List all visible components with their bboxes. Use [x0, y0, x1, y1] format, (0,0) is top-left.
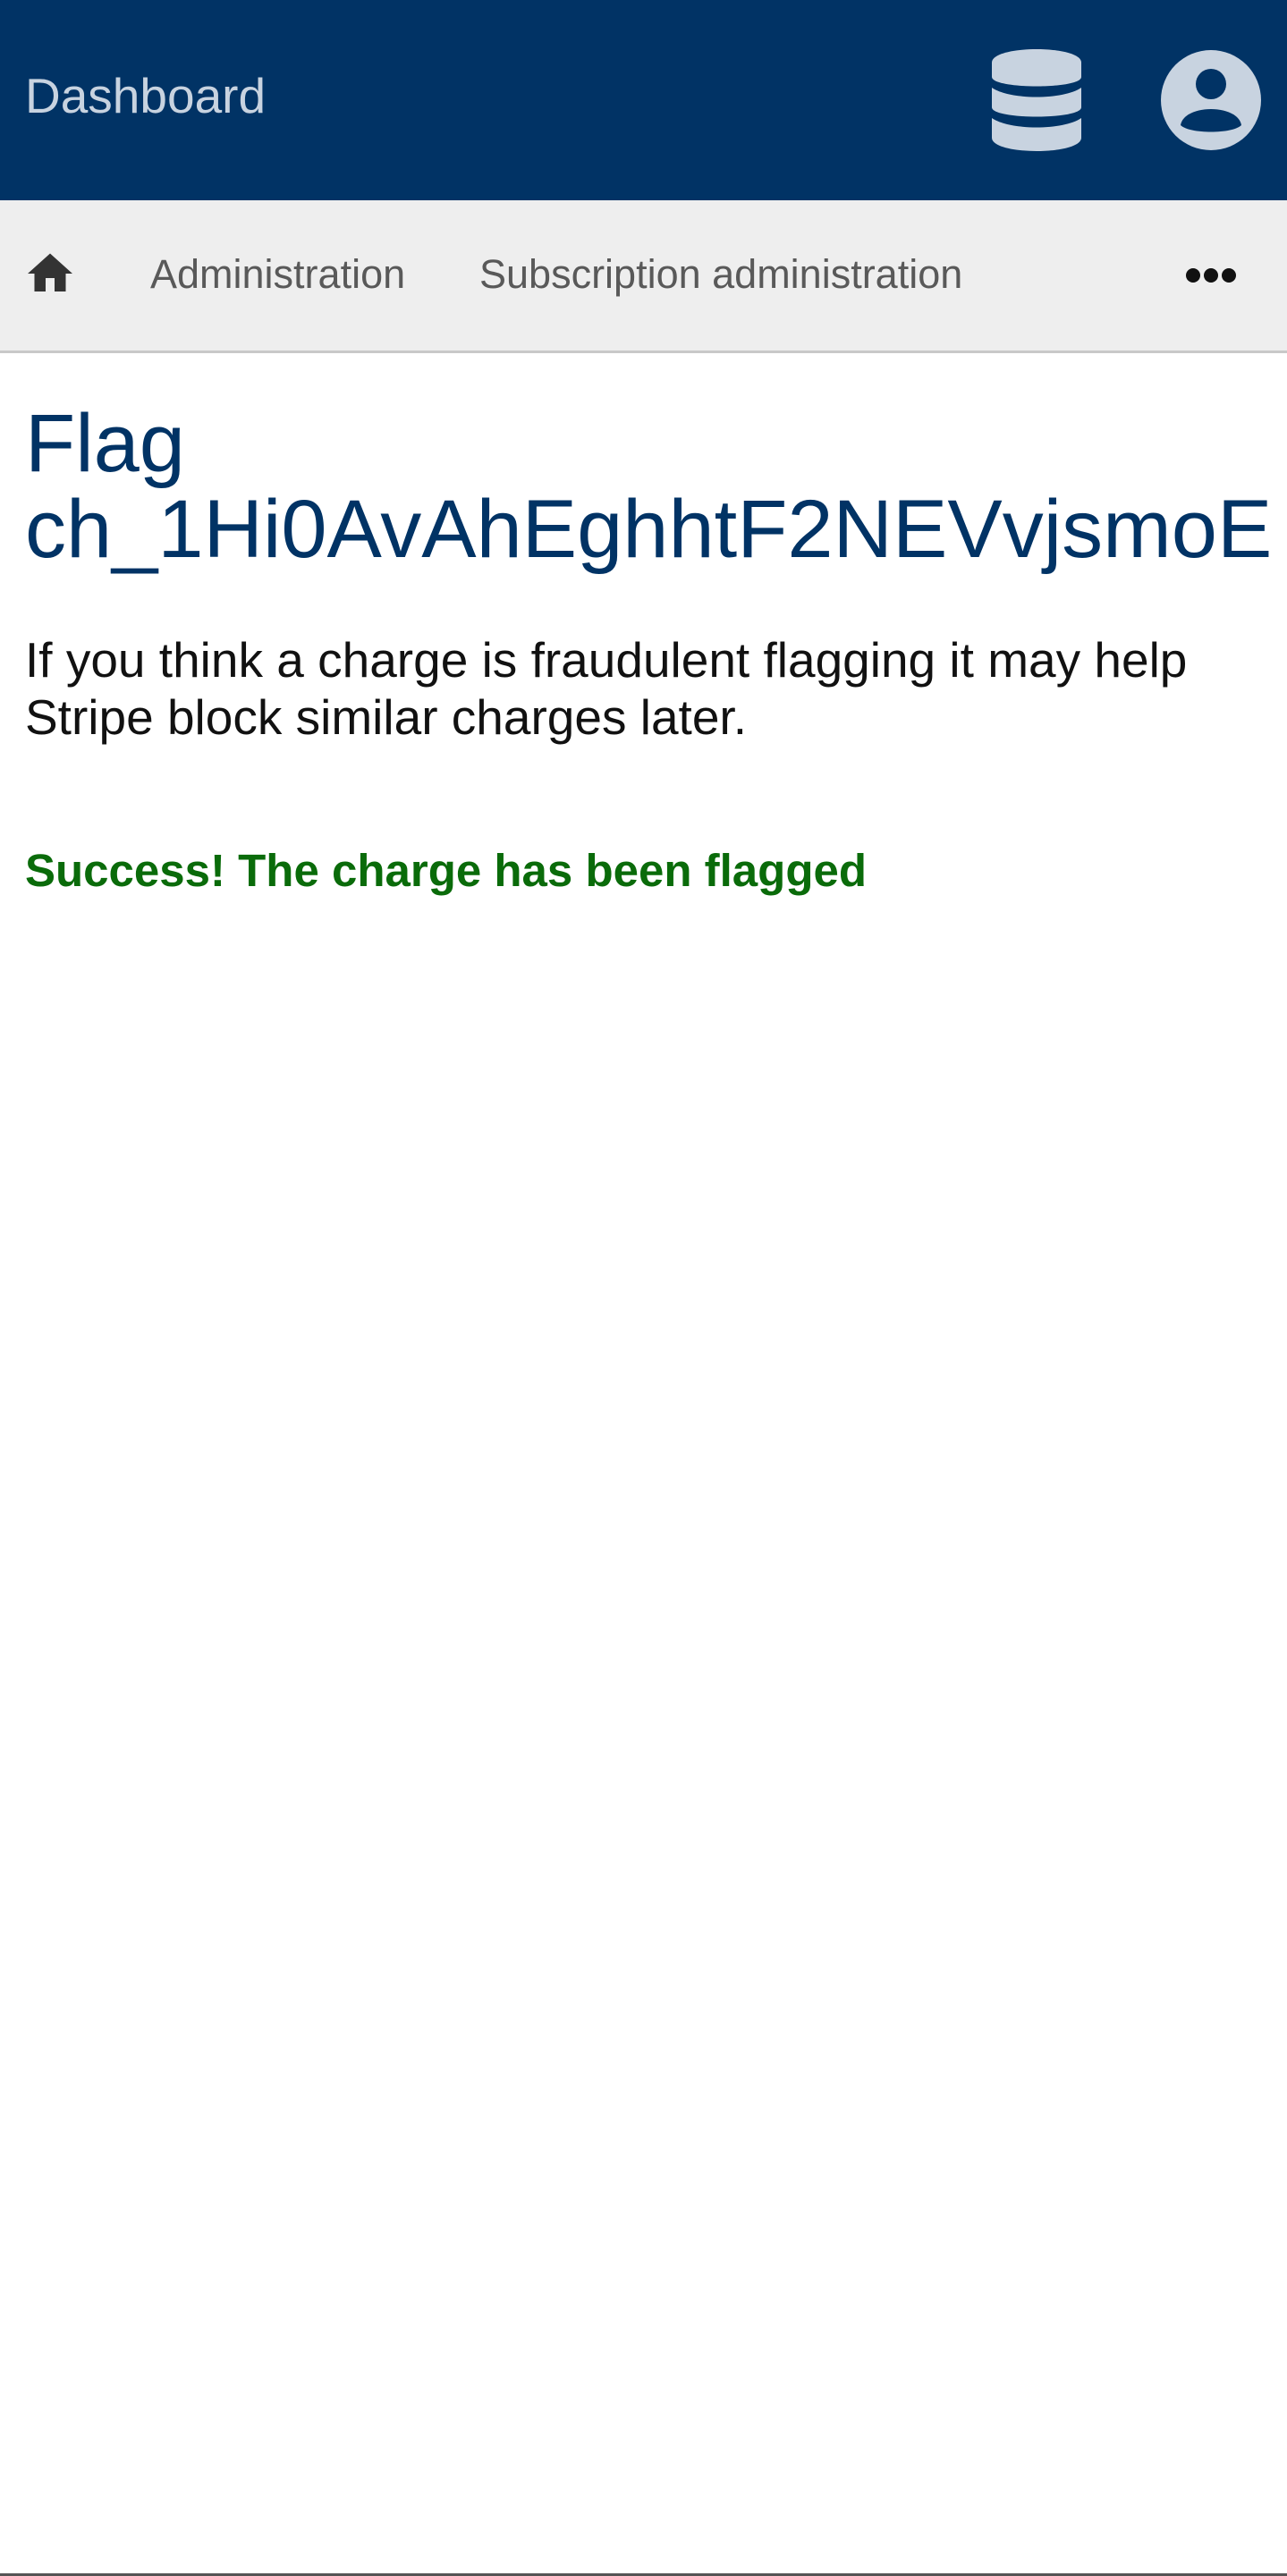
more-horizontal-icon: [1186, 268, 1236, 283]
dashboard-link[interactable]: Dashboard: [25, 64, 266, 127]
page-title: Flag ch_1Hi0AvAhEghhtF2NEVvjsmoE: [25, 401, 1272, 572]
nav-item-subscription-administration[interactable]: Subscription administration: [479, 250, 962, 299]
more-button[interactable]: [1182, 259, 1240, 291]
intro-text: If you think a charge is fraudulent flag…: [25, 631, 1268, 746]
account-circle-icon: [1161, 50, 1261, 150]
home-button[interactable]: [23, 247, 77, 300]
home-icon: [28, 253, 72, 291]
top-app-bar: Dashboard: [0, 0, 1287, 200]
nav-item-administration[interactable]: Administration: [150, 250, 405, 299]
account-button[interactable]: [1159, 48, 1263, 152]
intro-text-line-2: Stripe block similar charges later.: [25, 689, 747, 745]
database-icon: [992, 49, 1081, 151]
page-title-line-1: Flag: [25, 398, 185, 489]
intro-text-line-1: If you think a charge is fraudulent flag…: [25, 632, 1188, 688]
page-title-charge-id: ch_1Hi0AvAhEghhtF2NEVvjsmoE: [25, 484, 1273, 575]
breadcrumb-nav: Administration Subscription administrati…: [0, 200, 1287, 353]
database-button[interactable]: [987, 46, 1086, 154]
success-message: Success! The charge has been flagged: [25, 845, 867, 896]
